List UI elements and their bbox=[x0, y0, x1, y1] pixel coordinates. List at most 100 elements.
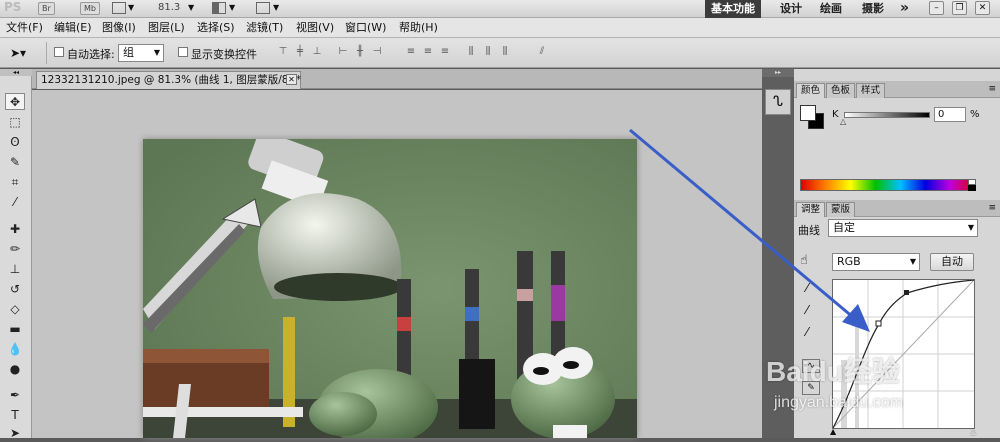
crop-tool-icon[interactable]: ⌗ bbox=[5, 174, 25, 191]
eyedropper-tool-icon[interactable]: ⁄ bbox=[5, 194, 25, 211]
chevron-down-icon[interactable]: ▼ bbox=[188, 3, 194, 12]
collapse-icon[interactable]: ◂◂ bbox=[0, 69, 32, 76]
auto-button[interactable]: 自动 bbox=[930, 253, 974, 271]
chevron-down-icon[interactable]: ▼ bbox=[229, 3, 235, 12]
minimize-icon[interactable]: – bbox=[929, 1, 944, 15]
eraser-tool-icon[interactable]: ◇ bbox=[5, 301, 25, 318]
lasso-tool-icon[interactable]: ʘ bbox=[5, 134, 25, 151]
workspace-painting[interactable]: 绘画 bbox=[820, 0, 842, 18]
auto-select-checkbox[interactable] bbox=[54, 46, 66, 59]
distribute-vcenter-icon[interactable]: ≡ bbox=[421, 46, 435, 58]
dodge-tool-icon[interactable]: ● bbox=[5, 361, 25, 378]
menu-help[interactable]: 帮助(H) bbox=[399, 18, 438, 38]
tab-color[interactable]: 颜色 bbox=[796, 83, 826, 98]
distribute-right-icon[interactable]: ⫼ bbox=[498, 46, 512, 58]
bridge-button[interactable]: Br bbox=[38, 2, 55, 15]
tab-adjustments[interactable]: 调整 bbox=[796, 202, 826, 217]
menu-view[interactable]: 视图(V) bbox=[296, 18, 334, 38]
chevron-down-icon[interactable]: ▼ bbox=[128, 3, 134, 12]
marquee-tool-icon[interactable]: ⬚ bbox=[5, 114, 25, 131]
k-value-field[interactable]: 0 bbox=[934, 107, 966, 122]
path-select-tool-icon[interactable]: ➤ bbox=[5, 425, 25, 442]
gradient-tool-icon[interactable]: ▬ bbox=[5, 321, 25, 338]
foreground-color-swatch[interactable] bbox=[800, 105, 816, 121]
tab-swatches[interactable]: 色板 bbox=[826, 83, 856, 98]
channel-dropdown[interactable]: RGB ▼ bbox=[832, 253, 920, 271]
panel-menu-icon[interactable]: ≡ bbox=[988, 84, 996, 94]
clone-stamp-tool-icon[interactable]: ⊥ bbox=[5, 261, 25, 278]
watermark-url: jingyan.baidu.com bbox=[774, 394, 903, 411]
menu-filter[interactable]: 滤镜(T) bbox=[246, 18, 283, 38]
document-tab-strip: 12332131210.jpeg @ 81.3% (曲线 1, 图层蒙版/8) … bbox=[32, 69, 762, 89]
menu-window[interactable]: 窗口(W) bbox=[345, 18, 386, 38]
chevron-down-icon[interactable]: ▼ bbox=[273, 3, 279, 12]
black-point-slider-icon[interactable]: ▲ bbox=[830, 427, 836, 436]
zoom-level[interactable]: 81.3 bbox=[158, 2, 180, 13]
panel-menu-icon[interactable]: ≡ bbox=[988, 203, 996, 213]
menu-bar: 文件(F) 编辑(E) 图像(I) 图层(L) 选择(S) 滤镜(T) 视图(V… bbox=[0, 18, 1000, 38]
align-right-icon[interactable]: ⊣ bbox=[370, 46, 384, 58]
gray-point-eyedropper-icon[interactable]: ⁄ bbox=[806, 303, 808, 317]
slider-thumb-icon[interactable]: △ bbox=[840, 117, 846, 126]
menu-layer[interactable]: 图层(L) bbox=[148, 18, 185, 38]
brush-tool-icon[interactable]: ✏ bbox=[5, 241, 25, 258]
color-spectrum-bar[interactable] bbox=[800, 179, 976, 191]
move-tool-icon[interactable]: ✥ bbox=[5, 93, 25, 110]
show-transform-label: 显示变换控件 bbox=[191, 48, 257, 61]
pen-tool-icon[interactable]: ✒ bbox=[5, 387, 25, 404]
k-slider-track[interactable] bbox=[844, 112, 930, 118]
mini-bridge-button[interactable]: Mb bbox=[80, 2, 100, 15]
healing-brush-tool-icon[interactable]: ✚ bbox=[5, 221, 25, 238]
options-bar: ➤▾ 自动选择: 组 ▼ 显示变换控件 ⊤ ╪ ⊥ ⊢ ╫ ⊣ ≡ ≡ ≡ ⫼ … bbox=[0, 38, 1000, 68]
align-hcenter-icon[interactable]: ╫ bbox=[353, 46, 367, 58]
adjustment-type-label: 曲线 bbox=[798, 224, 820, 237]
percent-unit: % bbox=[970, 109, 980, 120]
menu-file[interactable]: 文件(F) bbox=[6, 18, 43, 38]
menu-image[interactable]: 图像(I) bbox=[102, 18, 136, 38]
show-transform-checkbox[interactable] bbox=[178, 46, 190, 59]
document-canvas[interactable] bbox=[32, 90, 762, 438]
workspace-design[interactable]: 设计 bbox=[780, 0, 802, 18]
align-vcenter-icon[interactable]: ╪ bbox=[293, 46, 307, 58]
menu-edit[interactable]: 编辑(E) bbox=[54, 18, 92, 38]
history-brush-tool-icon[interactable]: ↺ bbox=[5, 281, 25, 298]
menu-select[interactable]: 选择(S) bbox=[197, 18, 235, 38]
history-panel-icon[interactable]: ᔐ bbox=[765, 89, 791, 115]
workspace-essentials[interactable]: 基本功能 bbox=[705, 0, 761, 18]
align-left-icon[interactable]: ⊢ bbox=[336, 46, 350, 58]
type-tool-icon[interactable]: T bbox=[5, 407, 25, 424]
align-bottom-icon[interactable]: ⊥ bbox=[310, 46, 324, 58]
tab-masks[interactable]: 蒙版 bbox=[826, 202, 856, 217]
screen-mode-icon[interactable] bbox=[256, 2, 270, 14]
on-image-adjust-icon[interactable]: ☝ bbox=[800, 253, 808, 268]
preset-dropdown[interactable]: 自定 ▼ bbox=[828, 219, 978, 237]
auto-select-dropdown[interactable]: 组 ▼ bbox=[118, 44, 164, 62]
white-point-eyedropper-icon[interactable]: ⁄ bbox=[806, 325, 808, 339]
move-tool-preset-icon[interactable]: ➤▾ bbox=[10, 46, 26, 60]
quick-select-tool-icon[interactable]: ✎ bbox=[5, 154, 25, 171]
workspace-photography[interactable]: 摄影 bbox=[862, 0, 884, 18]
close-tab-icon[interactable]: ✕ bbox=[286, 74, 297, 85]
watermark-brand: Baidu经验 bbox=[766, 356, 900, 387]
distribute-bottom-icon[interactable]: ≡ bbox=[438, 46, 452, 58]
expand-dock-icon[interactable]: ▸▸ bbox=[762, 69, 794, 77]
blur-tool-icon[interactable]: 💧 bbox=[5, 341, 25, 358]
spectrum-black-swatch[interactable] bbox=[968, 185, 976, 191]
distribute-top-icon[interactable]: ≡ bbox=[404, 46, 418, 58]
document-tab[interactable]: 12332131210.jpeg @ 81.3% (曲线 1, 图层蒙版/8) … bbox=[36, 71, 301, 89]
black-point-eyedropper-icon[interactable]: ⁄ bbox=[806, 281, 808, 295]
auto-align-icon[interactable]: ⫽ bbox=[535, 46, 549, 58]
more-workspaces-button[interactable]: » bbox=[900, 0, 909, 18]
arrange-documents-icon[interactable] bbox=[212, 2, 226, 14]
view-extras-icon[interactable] bbox=[112, 2, 126, 14]
document-tab-title: 12332131210.jpeg @ 81.3% (曲线 1, 图层蒙版/8) … bbox=[41, 74, 302, 86]
distribute-hcenter-icon[interactable]: ⫼ bbox=[481, 46, 495, 58]
align-top-icon[interactable]: ⊤ bbox=[276, 46, 290, 58]
distribute-left-icon[interactable]: ⫼ bbox=[464, 46, 478, 58]
tab-styles[interactable]: 样式 bbox=[856, 83, 886, 98]
chevron-down-icon: ▼ bbox=[967, 223, 974, 232]
white-point-slider-icon[interactable]: △ bbox=[970, 427, 976, 436]
close-icon[interactable]: ✕ bbox=[975, 1, 990, 15]
scene-illustration bbox=[143, 139, 637, 438]
restore-icon[interactable]: ❐ bbox=[952, 1, 967, 15]
